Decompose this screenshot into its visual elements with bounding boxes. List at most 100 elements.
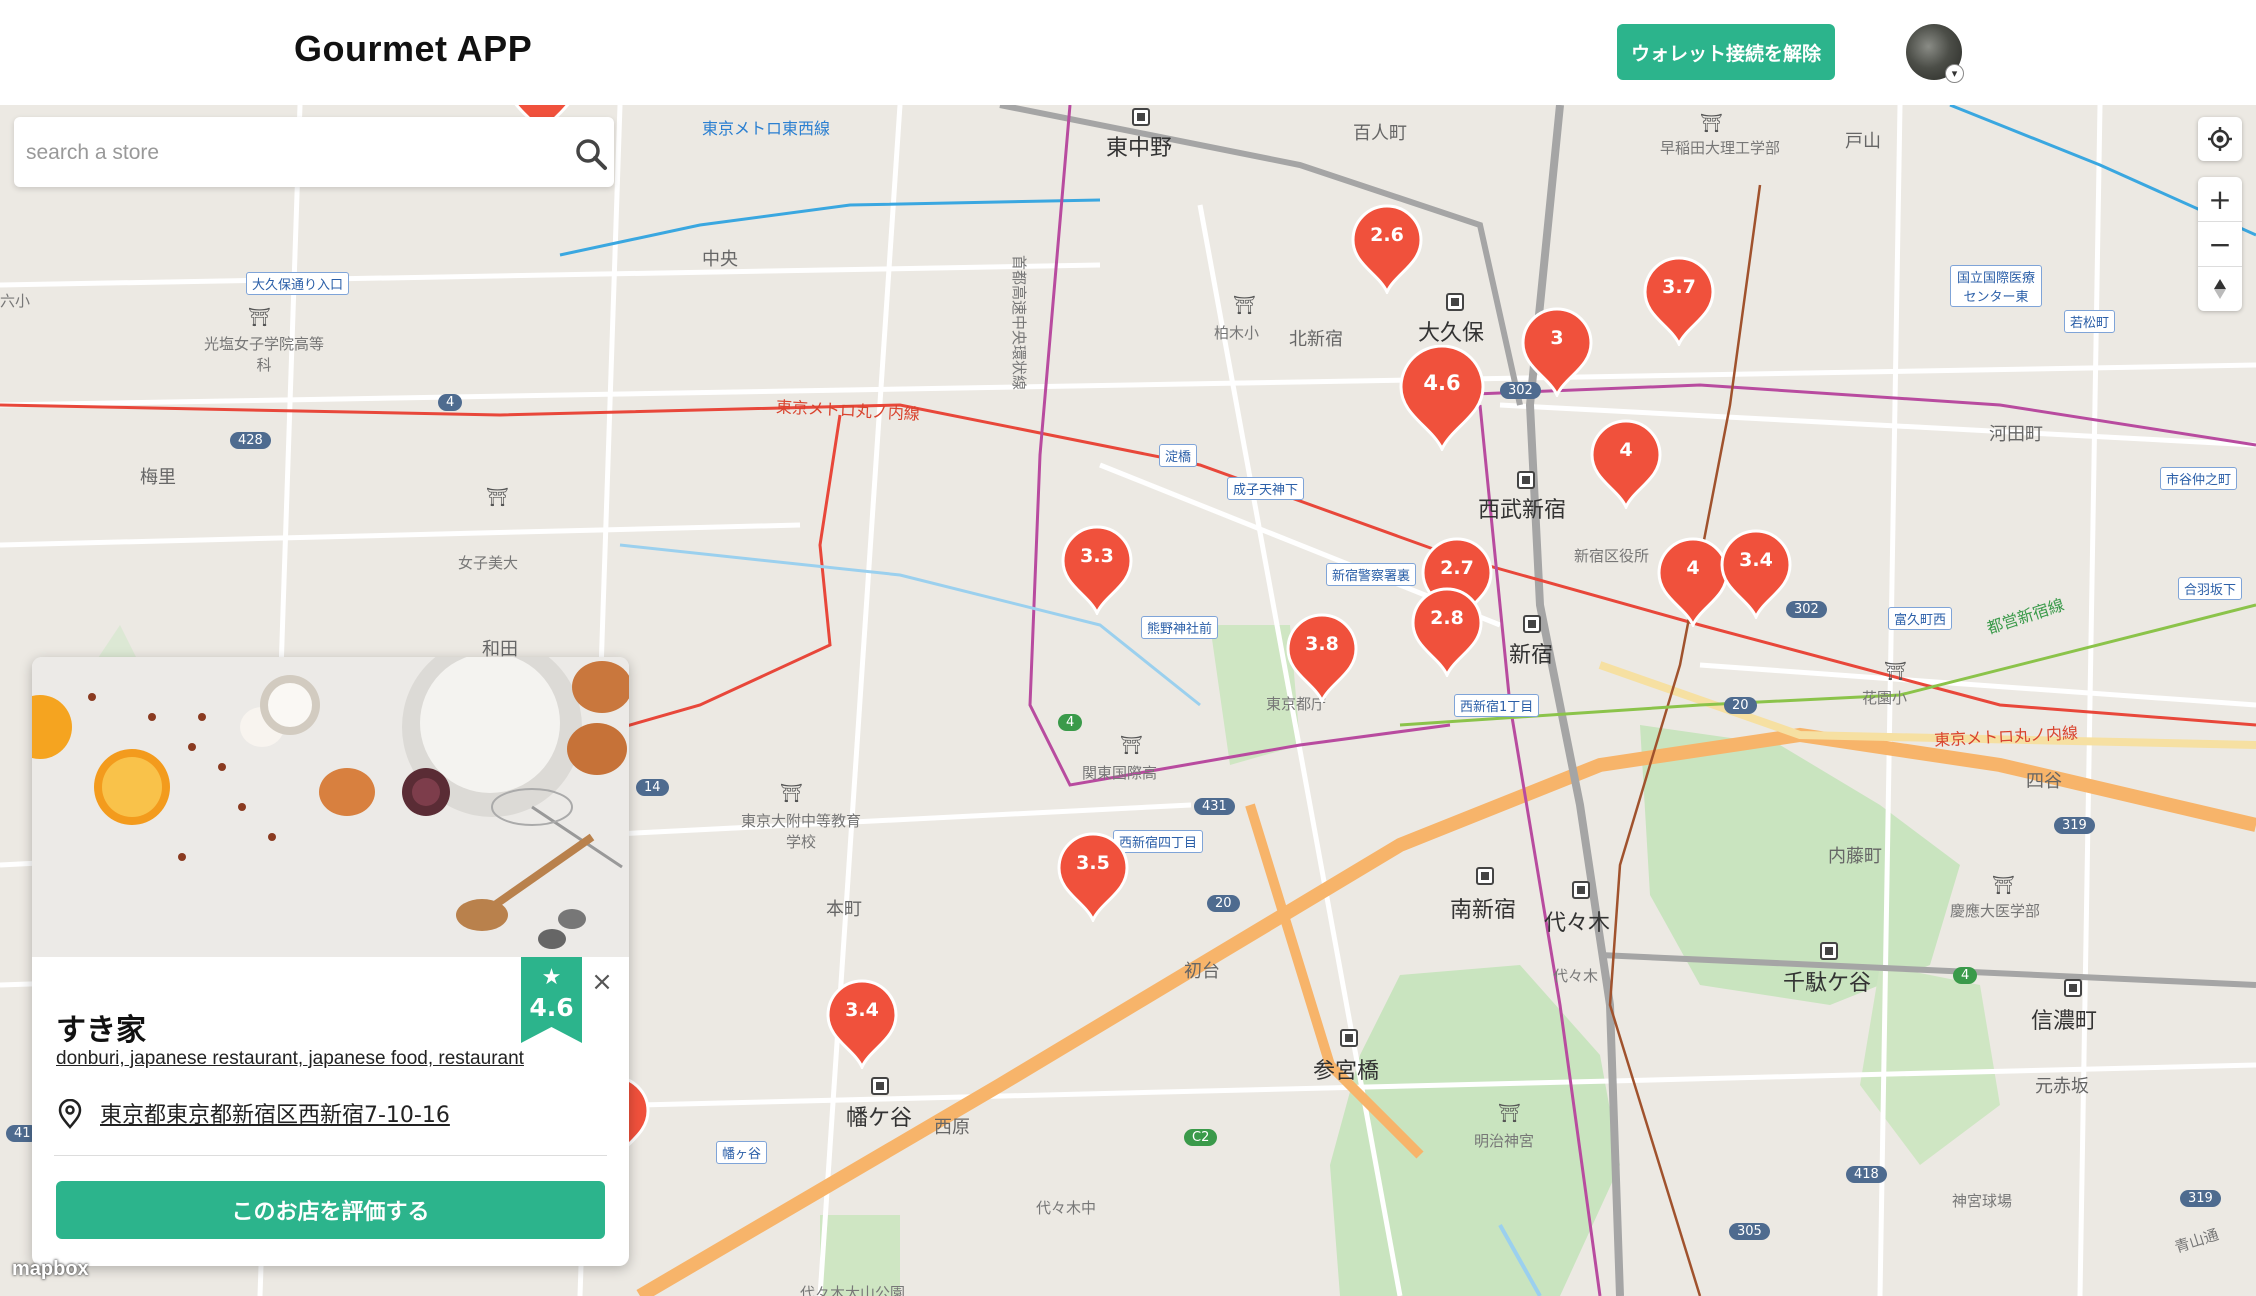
poi-label: 早稲田大理工学部	[1660, 139, 1781, 157]
place-label: 梅里	[140, 467, 176, 488]
rate-store-button[interactable]: このお店を評価する	[56, 1181, 605, 1239]
place-label: 百人町	[1353, 123, 1407, 144]
rail-line-label: 首都高速中央環状線	[1010, 255, 1028, 391]
route-shield: 305	[1729, 1223, 1770, 1240]
store-marker[interactable]: 2.8	[1409, 587, 1485, 677]
marker-rating: 3.8	[1305, 633, 1339, 655]
store-marker[interactable]: 4	[1588, 419, 1664, 509]
poi-label: 光塩女子学院高等科	[204, 335, 325, 374]
route-shield: 20	[1207, 895, 1240, 912]
station-icon	[1476, 867, 1494, 885]
road-sign: 新宿警察署裏	[1326, 563, 1417, 586]
place-label: 大久保	[1418, 321, 1485, 346]
marker-rating: 4	[1619, 439, 1633, 461]
store-name: すき家	[56, 1013, 146, 1048]
store-categories-link[interactable]: donburi, japanese restaurant, japanese f…	[56, 1048, 524, 1070]
marker-rating: 3.4	[1739, 549, 1773, 571]
shrine-icon: ⛩	[1498, 1103, 1521, 1124]
school-icon: ⛩	[780, 783, 803, 804]
rating-badge: ★ 4.6	[521, 957, 582, 1043]
store-marker[interactable]: 3.3	[1059, 525, 1135, 615]
route-shield: 4	[1953, 967, 1978, 984]
road-sign: 成子天神下	[1227, 477, 1305, 500]
route-shield: 431	[1194, 798, 1235, 815]
station-icon	[1820, 942, 1838, 960]
road-sign: 国立国際医療センター東	[1950, 265, 2042, 307]
store-address-link[interactable]: 東京都東京都新宿区西新宿7-10-16	[100, 1097, 450, 1129]
route-shield: 319	[2054, 817, 2095, 834]
poi-label: 東京大附中等教育学校	[740, 812, 861, 851]
disconnect-wallet-button[interactable]: ウォレット接続を解除	[1617, 24, 1835, 80]
store-marker[interactable]: 3.5	[1055, 832, 1131, 922]
place-label: 代々木	[1553, 967, 1599, 985]
station-icon	[871, 1077, 889, 1095]
zoom-out-button[interactable]: −	[2198, 221, 2242, 266]
place-label: 南新宿	[1450, 898, 1517, 923]
zoom-in-button[interactable]: +	[2198, 177, 2242, 221]
route-shield: C2	[1184, 1129, 1218, 1146]
station-icon	[1523, 615, 1541, 633]
marker-rating: 3.4	[845, 999, 879, 1021]
marker-rating: 3	[1550, 327, 1564, 349]
place-label: 四谷	[2026, 771, 2062, 792]
compass-icon[interactable]	[2198, 266, 2242, 311]
station-icon	[2064, 979, 2082, 997]
marker-rating: 2.6	[1370, 224, 1404, 246]
place-label: 信濃町	[2031, 1009, 2098, 1034]
school-icon: ⛩	[1233, 295, 1256, 316]
location-pin-icon	[58, 1099, 82, 1129]
store-popup: ★ 4.6 × すき家 donburi, japanese restaurant…	[32, 657, 629, 1266]
route-shield: 20	[1724, 697, 1757, 714]
marker-rating: 2.7	[1440, 557, 1474, 579]
station-icon	[1517, 471, 1535, 489]
school-icon: ⛩	[1120, 735, 1143, 756]
poi-label: 明治神宮	[1474, 1132, 1535, 1150]
road-sign: 富久町西	[1888, 607, 1953, 630]
close-icon[interactable]: ×	[587, 967, 617, 997]
route-shield: 14	[636, 779, 669, 796]
road-sign: 大久保通り入口	[246, 272, 350, 295]
mapbox-logo[interactable]: mapbox	[12, 1258, 89, 1281]
poi-label: 代々木大山公園	[800, 1284, 906, 1296]
road-sign: 熊野神社前	[1141, 616, 1219, 639]
zoom-controls: + −	[2198, 177, 2242, 311]
poi-label: 柏木小	[1214, 324, 1260, 342]
search-icon[interactable]	[574, 137, 608, 171]
store-marker[interactable]: 3	[1519, 307, 1595, 397]
poi-label: 花園小	[1862, 689, 1908, 707]
station-icon	[1340, 1029, 1358, 1047]
poi-label: 慶應大医学部	[1950, 902, 2041, 920]
poi-label: 関東国際高	[1082, 764, 1158, 782]
road-sign: 合羽坂下	[2178, 577, 2243, 600]
school-icon: ⛩	[486, 487, 509, 508]
route-shield: 4	[1058, 714, 1083, 731]
store-marker[interactable]: 3.8	[1284, 613, 1360, 703]
place-label: 千駄ケ谷	[1783, 971, 1872, 996]
place-label: 本町	[826, 899, 862, 920]
chevron-down-icon[interactable]: ▾	[1945, 64, 1964, 83]
school-icon: ⛩	[1700, 113, 1723, 134]
app-header: Gourmet APP ウォレット接続を解除 ▾	[0, 0, 2256, 105]
store-marker-selected[interactable]: 4.6	[1397, 345, 1487, 451]
marker-rating: 3.7	[1662, 276, 1696, 298]
place-label: 新宿	[1509, 643, 1554, 668]
poi-label: 女子美大	[458, 554, 519, 572]
place-label: 戸山	[1845, 131, 1881, 152]
store-marker[interactable]: 3.4	[1718, 529, 1794, 619]
search-input[interactable]	[24, 131, 548, 175]
geolocate-control[interactable]	[2198, 117, 2242, 161]
place-label: 中央	[702, 249, 738, 270]
station-icon	[1446, 293, 1464, 311]
app-logo[interactable]: Gourmet APP	[294, 28, 532, 70]
crosshair-icon[interactable]	[2198, 117, 2242, 161]
marker-rating: 3.5	[1076, 852, 1110, 874]
road-sign: 西新宿1丁目	[1454, 694, 1540, 717]
rail-line-label: 東京メトロ東西線	[702, 119, 831, 138]
route-shield: 418	[1846, 1166, 1887, 1183]
store-marker[interactable]: 3.7	[1641, 256, 1717, 346]
marker-rating: 4.6	[1423, 371, 1461, 395]
store-marker[interactable]: 2.6	[1349, 204, 1425, 294]
store-marker[interactable]: 3.4	[824, 979, 900, 1069]
place-label: 西原	[934, 1117, 970, 1138]
road-sign: 幡ヶ谷	[716, 1141, 768, 1164]
